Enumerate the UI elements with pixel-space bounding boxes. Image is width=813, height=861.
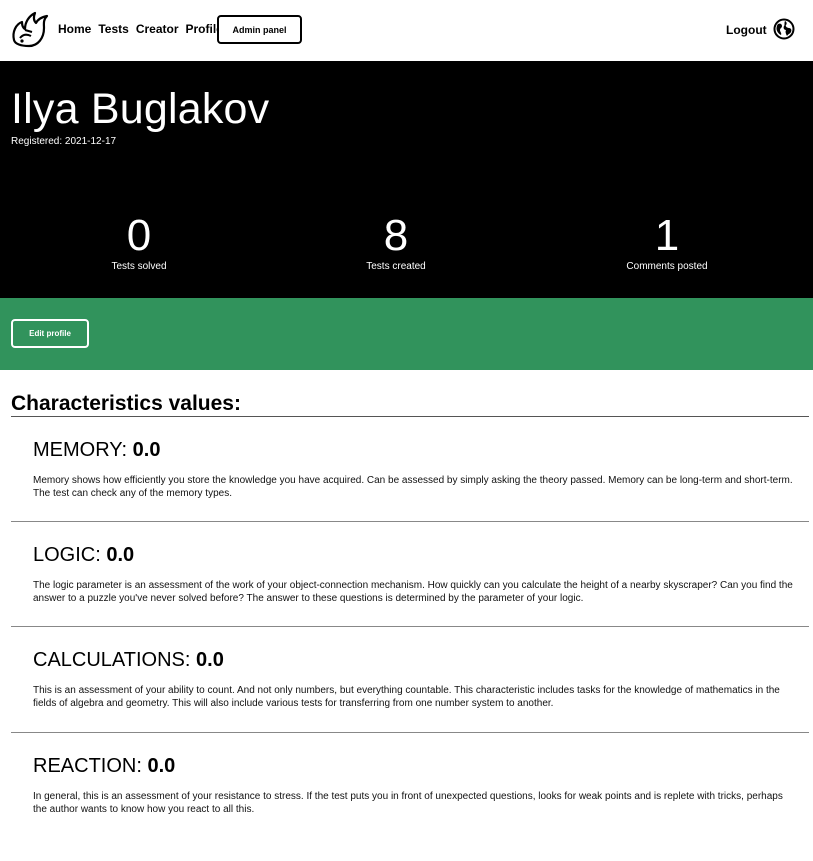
characteristic-name: REACTION: xyxy=(33,755,142,777)
stat-comments-posted: 1 Comments posted xyxy=(587,211,747,273)
divider xyxy=(11,732,809,733)
characteristic-value: 0.0 xyxy=(147,755,176,777)
divider xyxy=(11,626,809,627)
top-navbar: Home Tests Creator Profile Admin panel L… xyxy=(0,0,813,61)
stat-tests-solved: 0 Tests solved xyxy=(59,211,219,273)
characteristic-heading: MEMORY: 0.0 xyxy=(33,439,160,462)
characteristic-description: In general, this is an assessment of you… xyxy=(33,791,783,815)
stat-label: Tests solved xyxy=(111,261,167,272)
characteristic-heading: CALCULATIONS: 0.0 xyxy=(33,649,224,672)
characteristic-heading: REACTION: 0.0 xyxy=(33,755,175,778)
characteristic-name: MEMORY: xyxy=(33,439,128,461)
divider xyxy=(11,416,809,417)
characteristic-description: This is an assessment of your ability to… xyxy=(33,685,780,709)
profile-hero: Ilya Buglakov Registered: 2021-12-17 0 T… xyxy=(0,61,813,298)
characteristic-name: CALCULATIONS: xyxy=(33,649,191,671)
characteristics-title: Characteristics values: xyxy=(11,392,241,415)
stat-label: Comments posted xyxy=(626,261,708,272)
main-nav: Home Tests Creator Profile xyxy=(58,22,230,36)
logout-link[interactable]: Logout xyxy=(726,23,767,37)
registration-date: Registered: 2021-12-17 xyxy=(11,136,117,147)
globe-icon[interactable] xyxy=(773,18,795,40)
divider xyxy=(11,521,809,522)
flame-logo-icon[interactable] xyxy=(10,10,50,52)
profile-actions-bar: Edit profile xyxy=(0,298,813,370)
profile-name: Ilya Buglakov xyxy=(11,85,270,133)
characteristic-description: Memory shows how efficiently you store t… xyxy=(33,475,793,499)
admin-panel-button[interactable]: Admin panel xyxy=(217,15,302,44)
stat-value: 0 xyxy=(126,211,152,260)
nav-tests[interactable]: Tests xyxy=(98,22,128,36)
characteristic-value: 0.0 xyxy=(132,439,161,461)
characteristic-value: 0.0 xyxy=(196,649,224,671)
edit-profile-button[interactable]: Edit profile xyxy=(11,319,89,348)
stat-label: Tests created xyxy=(366,261,426,272)
stat-tests-created: 8 Tests created xyxy=(316,211,476,273)
nav-home[interactable]: Home xyxy=(58,22,91,36)
characteristic-heading: LOGIC: 0.0 xyxy=(33,544,134,567)
characteristic-name: LOGIC: xyxy=(33,544,101,566)
stat-value: 8 xyxy=(383,211,409,260)
nav-creator[interactable]: Creator xyxy=(136,22,179,36)
characteristic-description: The logic parameter is an assessment of … xyxy=(33,580,793,604)
characteristic-value: 0.0 xyxy=(106,544,135,566)
stat-value: 1 xyxy=(654,211,680,260)
